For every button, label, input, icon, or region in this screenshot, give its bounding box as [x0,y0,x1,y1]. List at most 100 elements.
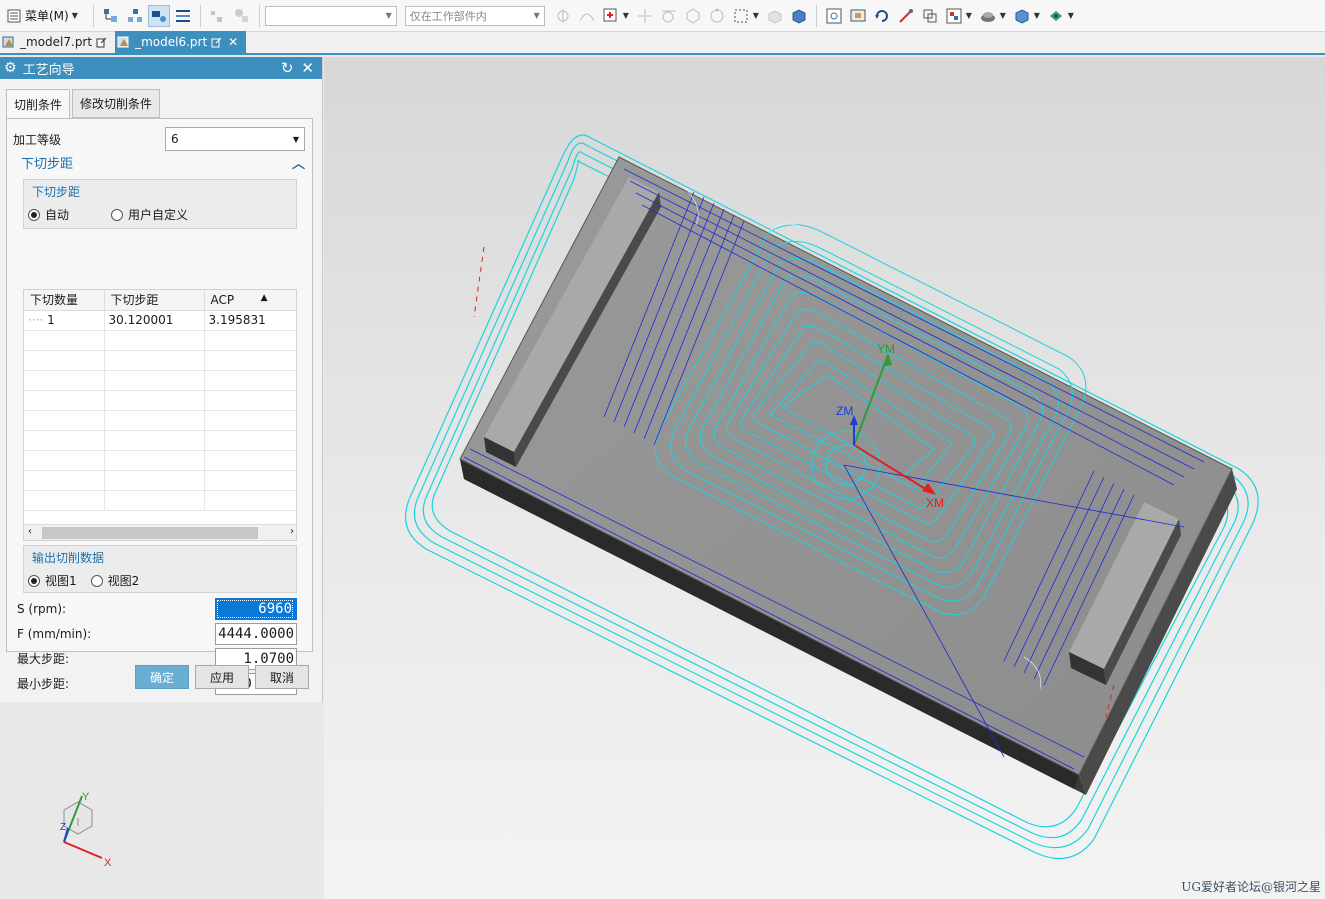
tab-cut-conditions[interactable]: 切削条件 [6,89,71,119]
triad-z-label: Z [60,822,66,833]
triad-y-label: Y [82,791,90,803]
level-row: 加工等级 6 ▼ [13,127,305,151]
tab-modify-cut-conditions[interactable]: 修改切削条件 [72,89,161,118]
toolbar-divider [815,4,817,27]
chevron-down-icon[interactable]: ▼ [1034,11,1042,20]
chevron-down-icon: ▼ [533,11,540,20]
radio-view1[interactable]: 视图1 [28,572,77,589]
solid-view-icon[interactable] [788,5,810,27]
cancel-button[interactable]: 取消 [255,665,309,689]
rotate-icon[interactable] [871,5,893,27]
section-title: 下切步距 [21,157,74,172]
scroll-right-icon[interactable]: › [290,526,294,537]
show-block-icon[interactable] [764,5,786,27]
level-value: 6 [171,132,179,146]
zoom-region-icon[interactable] [847,5,869,27]
stepdown-group: 下切步距 自动 用户自定义 [23,179,297,229]
table-row-empty [24,470,296,491]
shaded-view-icon[interactable] [1011,5,1033,27]
tangent-icon[interactable] [658,5,680,27]
output-cut-data-group: 输出切削数据 视图1 视图2 [23,545,297,593]
chevron-down-icon[interactable]: ▼ [753,11,761,20]
machine-tool-view-icon[interactable] [124,5,146,27]
chevron-down-icon[interactable]: ▼ [623,11,631,20]
x-axis-icon [63,841,103,859]
intersection-icon[interactable] [634,5,656,27]
ym-label: YM [877,342,895,356]
radio-auto[interactable]: 自动 [28,206,69,223]
horizontal-scrollbar[interactable]: ‹ › [24,524,296,540]
model-toolpath-view: YM XM ZM [404,134,1259,860]
box-select-icon[interactable] [730,5,752,27]
close-icon[interactable]: ✕ [301,59,314,77]
table-row-empty [24,450,296,471]
chevron-down-icon[interactable]: ▼ [1000,11,1008,20]
table-cell: ···· 1 [24,310,105,331]
create-tool-icon[interactable] [231,5,253,27]
curve-rule-icon[interactable] [576,5,598,27]
speed-row: S (rpm): 6960 [17,596,305,621]
chevron-down-icon[interactable]: ▼ [1068,11,1076,20]
program-order-view-icon[interactable] [100,5,122,27]
column-header-acp[interactable]: ACP ▲ [204,290,296,311]
column-header[interactable]: 下切数量 [24,290,105,311]
selection-scope-select[interactable]: 仅在工作部件内 ▼ [404,5,545,26]
apply-button[interactable]: 应用 [195,665,249,689]
speed-input[interactable]: 6960 [215,597,297,620]
add-selection-icon[interactable] [600,5,622,27]
file-tab-label: _model7.prt [20,35,93,49]
fit-view-icon[interactable] [823,5,845,27]
reset-icon[interactable]: ↻ [281,59,294,77]
sort-ascending-icon: ▲ [260,292,268,303]
chevron-down-icon: ▼ [385,11,392,20]
part-file-icon [117,36,129,48]
edge-display-icon[interactable] [1045,5,1067,27]
panel-title: 工艺向导 [22,62,75,78]
chevron-down-icon: ▼ [71,11,78,20]
table-row-empty [24,490,296,511]
orient-view-icon[interactable] [943,5,965,27]
pan-icon[interactable] [895,5,917,27]
file-tab-model7[interactable]: _model7.prt [0,31,115,53]
render-style-icon[interactable] [977,5,999,27]
radio-selected-icon [28,574,40,587]
main-toolbar: 菜单(M) ▼ ▼ 仅在工作部件内 ▼ ▼ ▼ ▼ ▼ ▼ ▼ [0,0,1325,32]
close-icon[interactable]: ✕ [228,35,238,49]
menu-button[interactable]: 菜单(M) ▼ [4,4,88,28]
method-view-icon[interactable] [172,5,194,27]
scrollbar-thumb[interactable] [42,527,258,539]
stepdown-table: 下切数量 下切步距 ACP ▲ ···· 1 30.120001 3.195831 [23,289,297,541]
radio-view2[interactable]: 视图2 [90,572,139,589]
quadrant-icon[interactable] [706,5,728,27]
stepdown-section-header[interactable]: 下切步距 ︿ [21,153,305,172]
scroll-left-icon[interactable]: ‹ [28,526,32,537]
modified-file-icon [211,37,222,47]
table-row-empty [24,430,296,451]
graphics-viewport[interactable]: YM XM ZM UG爱好者论坛@银河之星 [324,57,1325,899]
chevron-down-icon[interactable]: ▼ [966,11,974,20]
toolbar-divider [92,4,94,27]
forum-watermark: UG爱好者论坛@银河之星 [1181,880,1321,894]
ok-button[interactable]: 确定 [135,665,189,689]
panel-title-bar: ⚙ 工艺向导 ↻ ✕ [0,57,322,79]
file-tab-model6[interactable]: _model6.prt ✕ [115,31,247,53]
center-point-icon[interactable] [682,5,704,27]
column-header[interactable]: 下切步距 [104,290,205,311]
process-wizard-panel: ⚙ 工艺向导 ↻ ✕ 切削条件 修改切削条件 加工等级 6 ▼ 下切步距 ︿ 下… [0,57,323,702]
level-label: 加工等级 [13,132,62,147]
perspective-icon[interactable] [919,5,941,27]
table-row[interactable]: ···· 1 30.120001 3.195831 [24,310,296,331]
create-program-icon[interactable] [207,5,229,27]
chevron-up-icon: ︿ [291,157,305,172]
level-select[interactable]: 6 ▼ [165,127,305,151]
radio-user-defined[interactable]: 用户自定义 [111,206,188,223]
dialog-body: 加工等级 6 ▼ 下切步距 ︿ 下切步距 自动 用户自定义 下切数量 下切步距 … [6,118,313,695]
table-row-empty [24,370,296,391]
table-row-empty [24,410,296,431]
table-cell: 30.120001 [104,310,205,331]
geometry-view-icon[interactable] [147,4,170,27]
feed-input[interactable]: 4444.0000 [215,622,297,645]
chevron-down-icon: ▼ [292,134,299,144]
type-filter-select[interactable]: ▼ [264,5,397,26]
snap-point-icon[interactable] [552,5,574,27]
